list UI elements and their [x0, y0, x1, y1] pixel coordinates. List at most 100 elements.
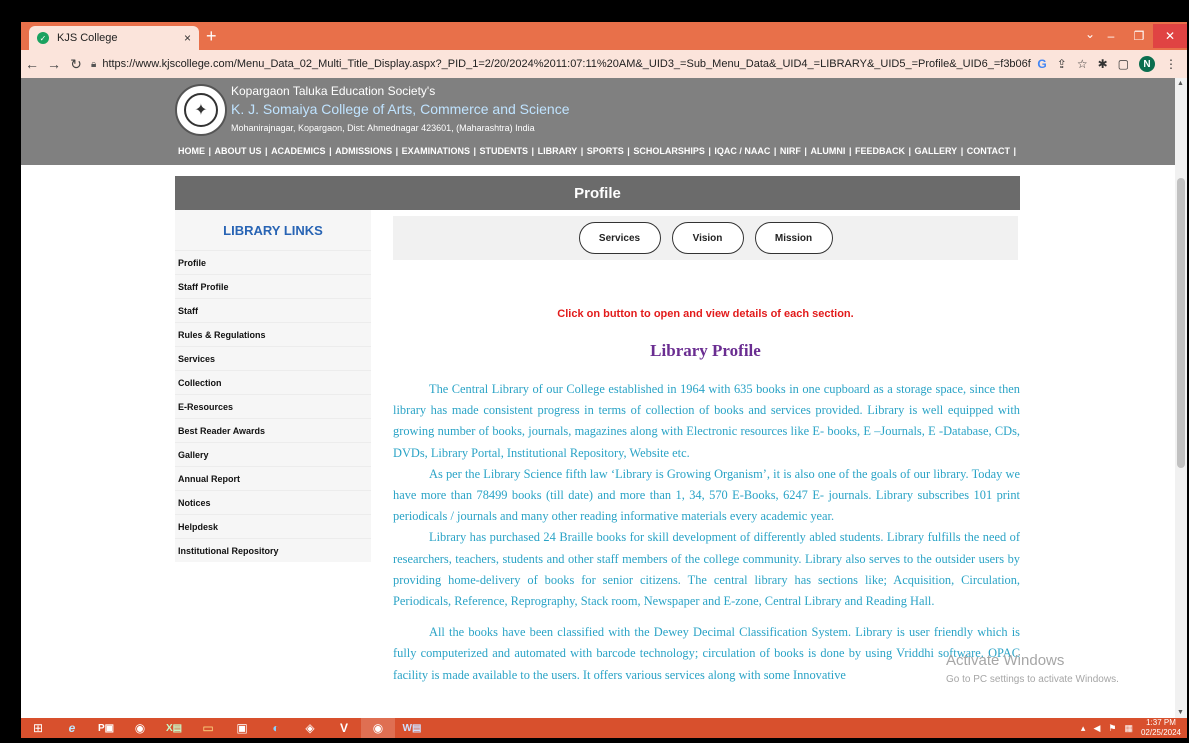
- college-address: Mohanirajnagar, Kopargaon, Dist: Ahmedna…: [231, 123, 535, 133]
- minimize-icon[interactable]: –: [1097, 24, 1125, 48]
- services-button[interactable]: Services: [578, 222, 661, 254]
- restore-icon[interactable]: ❐: [1125, 24, 1153, 48]
- google-icon[interactable]: G: [1037, 57, 1046, 71]
- nav-library[interactable]: LIBRARY: [538, 146, 578, 156]
- nav-examinations[interactable]: EXAMINATIONS: [402, 146, 470, 156]
- page-title: Profile: [175, 176, 1020, 210]
- library-links-sidebar: LIBRARY LINKS Profile Staff Profile Staf…: [175, 210, 371, 562]
- sidebar-item-helpdesk[interactable]: Helpdesk: [175, 514, 371, 538]
- chrome-icon[interactable]: ◉: [123, 718, 157, 738]
- instruction-text: Click on button to open and view details…: [557, 308, 854, 320]
- scroll-down-icon[interactable]: ▼: [1177, 709, 1184, 716]
- sidebar-item-e-resources[interactable]: E-Resources: [175, 394, 371, 418]
- browser-window: ✓ KJS College × + ⌄ – ❐ ✕ ← → ↻ 🔒︎ https…: [21, 22, 1187, 738]
- page-viewport: ✦ Kopargaon Taluka Education Society's K…: [21, 78, 1175, 718]
- nav-iqac-naac[interactable]: IQAC / NAAC: [714, 146, 770, 156]
- nav-sports[interactable]: SPORTS: [587, 146, 624, 156]
- nav-nirf[interactable]: NIRF: [780, 146, 801, 156]
- clock-date: 02/25/2024: [1140, 728, 1181, 737]
- nav-gallery[interactable]: GALLERY: [915, 146, 958, 156]
- sidebar-item-profile[interactable]: Profile: [175, 250, 371, 274]
- close-window-icon[interactable]: ✕: [1153, 24, 1187, 48]
- url-text: https://www.kjscollege.com/Menu_Data_02_…: [102, 58, 1032, 70]
- section-title: Library Profile: [650, 341, 761, 360]
- scroll-up-icon[interactable]: ▲: [1177, 80, 1184, 87]
- vision-button[interactable]: Vision: [671, 222, 744, 254]
- sidebar-item-annual-report[interactable]: Annual Report: [175, 466, 371, 490]
- tab-strip: ✓ KJS College × + ⌄ – ❐ ✕: [21, 22, 1187, 50]
- tray-expand-icon[interactable]: ▴: [1081, 723, 1086, 734]
- share-icon[interactable]: ⇪: [1057, 57, 1067, 71]
- profile-content: The Central Library of our College estab…: [393, 379, 1020, 686]
- internet-explorer-icon[interactable]: e: [55, 718, 89, 738]
- paragraph: All the books have been classified with …: [393, 625, 1020, 682]
- back-icon[interactable]: ←: [21, 56, 43, 72]
- tab-search-icon[interactable]: ⌄: [1085, 27, 1095, 41]
- college-logo[interactable]: ✦: [175, 84, 227, 136]
- browser-toolbar: ← → ↻ 🔒︎ https://www.kjscollege.com/Menu…: [21, 50, 1187, 78]
- windows-taskbar: ⊞ e P▣ ◉ X▤ ▭ ▣ ◐ ◈ V ◉ W▤ ▴ ◀ ⚑ ▦ 1:37 …: [21, 718, 1187, 738]
- edge-icon[interactable]: ◐: [259, 718, 293, 738]
- address-bar[interactable]: 🔒︎ https://www.kjscollege.com/Menu_Data_…: [91, 53, 1031, 75]
- extensions-icon[interactable]: ✱: [1098, 57, 1108, 71]
- vriddhi-icon[interactable]: V: [327, 718, 361, 738]
- system-tray: ▴ ◀ ⚑ ▦ 1:37 PM 02/25/2024: [1081, 718, 1181, 738]
- nav-about-us[interactable]: ABOUT US: [215, 146, 262, 156]
- sidebar-item-gallery[interactable]: Gallery: [175, 442, 371, 466]
- emblem-icon: ✦: [184, 93, 218, 127]
- nav-students[interactable]: STUDENTS: [480, 146, 529, 156]
- window-controls: – ❐ ✕: [1097, 24, 1187, 48]
- nav-admissions[interactable]: ADMISSIONS: [335, 146, 392, 156]
- sidebar-item-services[interactable]: Services: [175, 346, 371, 370]
- nav-academics[interactable]: ACADEMICS: [271, 146, 326, 156]
- browser-tab[interactable]: ✓ KJS College ×: [29, 26, 199, 50]
- paragraph: As per the Library Science fifth law ‘Li…: [393, 466, 1020, 524]
- paragraph: Library has purchased 24 Braille books f…: [393, 530, 1020, 609]
- sidebar-item-collection[interactable]: Collection: [175, 370, 371, 394]
- reload-icon[interactable]: ↻: [65, 56, 87, 73]
- activation-watermark: Activate Windows: [946, 652, 1065, 669]
- activation-watermark-sub: Go to PC settings to activate Windows.: [946, 674, 1119, 685]
- clock-time: 1:37 PM: [1146, 718, 1176, 727]
- word-icon[interactable]: W▤: [395, 718, 429, 738]
- store-icon[interactable]: ▣: [225, 718, 259, 738]
- file-explorer-icon[interactable]: ▭: [191, 718, 225, 738]
- main-navigation: HOME | ABOUT US | ACADEMICS | ADMISSIONS…: [178, 146, 1017, 156]
- lock-icon[interactable]: 🔒︎: [91, 59, 96, 70]
- nav-alumni[interactable]: ALUMNI: [810, 146, 845, 156]
- side-panel-icon[interactable]: ▢: [1118, 57, 1129, 71]
- nav-home[interactable]: HOME: [178, 146, 205, 156]
- sidebar-item-notices[interactable]: Notices: [175, 490, 371, 514]
- nav-contact[interactable]: CONTACT: [967, 146, 1010, 156]
- flag-icon[interactable]: ⚑: [1108, 723, 1116, 734]
- nav-scholarships[interactable]: SCHOLARSHIPS: [633, 146, 705, 156]
- sidebar-item-staff[interactable]: Staff: [175, 298, 371, 322]
- sidebar-item-institutional-repository[interactable]: Institutional Repository: [175, 538, 371, 562]
- sidebar-item-rules[interactable]: Rules & Regulations: [175, 322, 371, 346]
- bookmark-star-icon[interactable]: ☆: [1077, 57, 1088, 71]
- clock[interactable]: 1:37 PM 02/25/2024: [1141, 718, 1181, 738]
- section-buttons: Services Vision Mission: [393, 216, 1018, 260]
- chrome-active-icon[interactable]: ◉: [361, 718, 395, 738]
- menu-kebab-icon[interactable]: ⋮: [1165, 57, 1177, 71]
- sidebar-item-staff-profile[interactable]: Staff Profile: [175, 274, 371, 298]
- site-header: ✦ Kopargaon Taluka Education Society's K…: [21, 78, 1175, 165]
- college-name: K. J. Somaiya College of Arts, Commerce …: [231, 101, 570, 117]
- forward-icon[interactable]: →: [43, 56, 65, 72]
- page-scrollbar[interactable]: ▲ ▼: [1175, 78, 1187, 718]
- start-windows-icon[interactable]: ⊞: [21, 718, 55, 738]
- volume-icon[interactable]: ◀: [1093, 723, 1100, 734]
- mission-button[interactable]: Mission: [754, 222, 833, 254]
- anydesk-icon[interactable]: ◈: [293, 718, 327, 738]
- profile-avatar[interactable]: N: [1139, 56, 1155, 72]
- scroll-thumb[interactable]: [1177, 178, 1185, 468]
- nav-feedback[interactable]: FEEDBACK: [855, 146, 905, 156]
- sidebar-title: LIBRARY LINKS: [223, 222, 323, 238]
- paragraph: The Central Library of our College estab…: [393, 382, 1020, 460]
- powerpoint-icon[interactable]: P▣: [89, 718, 123, 738]
- network-icon[interactable]: ▦: [1124, 723, 1133, 734]
- excel-icon[interactable]: X▤: [157, 718, 191, 738]
- sidebar-item-best-reader-awards[interactable]: Best Reader Awards: [175, 418, 371, 442]
- tab-close-icon[interactable]: ×: [184, 31, 191, 45]
- new-tab-button[interactable]: +: [206, 26, 217, 46]
